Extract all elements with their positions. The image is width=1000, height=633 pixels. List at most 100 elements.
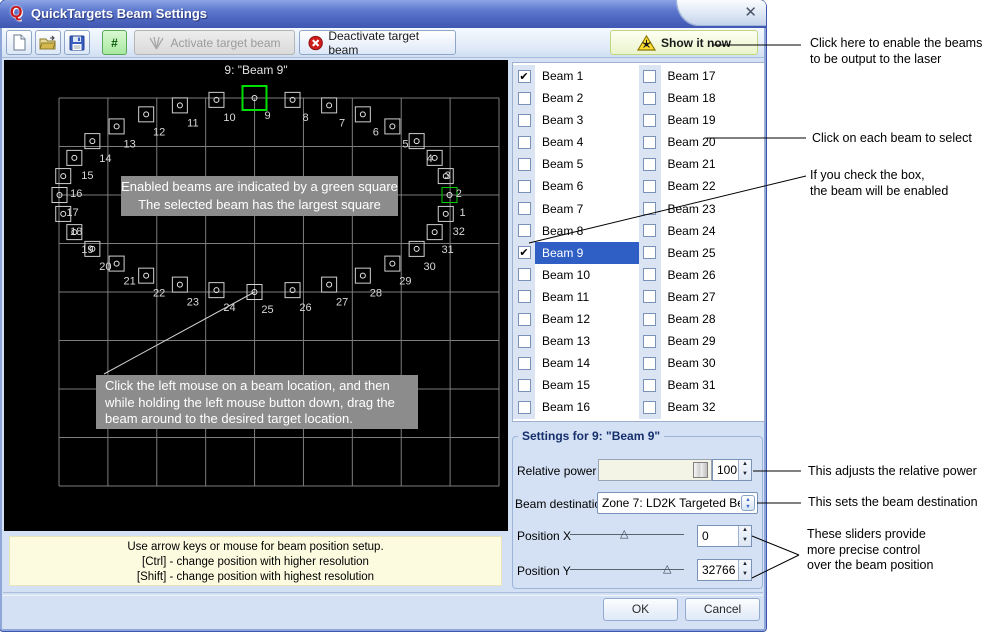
beam-checkbox[interactable]	[639, 65, 661, 87]
beam-label[interactable]: Beam 18	[661, 87, 765, 109]
beam-label[interactable]: Beam 1	[535, 65, 639, 87]
beam-label[interactable]: Beam 12	[535, 308, 639, 330]
beam-row[interactable]: Beam 12	[513, 308, 639, 330]
beam-checkbox[interactable]	[639, 153, 661, 175]
beam-label[interactable]: Beam 16	[535, 396, 639, 418]
cancel-button[interactable]: Cancel	[685, 598, 760, 621]
beam-marker[interactable]: 29	[385, 256, 412, 288]
beam-label[interactable]: Beam 20	[661, 131, 765, 153]
beam-row[interactable]: Beam 22	[639, 175, 765, 197]
beam-label[interactable]: Beam 11	[535, 286, 639, 308]
beam-row[interactable]: Beam 31	[639, 374, 765, 396]
save-file-button[interactable]	[64, 30, 90, 55]
beam-checkbox[interactable]	[513, 396, 535, 418]
beam-checkbox[interactable]	[639, 175, 661, 197]
show-it-now-button[interactable]: Show it now	[610, 30, 758, 55]
beam-marker[interactable]: 12	[139, 107, 166, 139]
beam-checkbox[interactable]	[639, 396, 661, 418]
beam-checkbox[interactable]	[513, 175, 535, 197]
beam-label[interactable]: Beam 32	[661, 396, 765, 418]
spin-arrows-icon[interactable]: ▲▼	[738, 460, 751, 480]
beam-row[interactable]: Beam 13	[513, 330, 639, 352]
beam-checkbox[interactable]	[639, 330, 661, 352]
beam-label[interactable]: Beam 10	[535, 264, 639, 286]
beam-marker[interactable]: 10	[209, 92, 236, 124]
beam-label[interactable]: Beam 27	[661, 286, 765, 308]
relative-power-thumb[interactable]	[693, 462, 708, 478]
beam-marker[interactable]: 27	[322, 277, 349, 309]
beam-checkbox[interactable]	[513, 109, 535, 131]
beam-label[interactable]: Beam 3	[535, 109, 639, 131]
beam-row[interactable]: Beam 7	[513, 198, 639, 220]
beam-row[interactable]: Beam 29	[639, 330, 765, 352]
beam-row[interactable]: Beam 15	[513, 374, 639, 396]
beam-marker[interactable]: 30	[409, 241, 436, 273]
beam-row[interactable]: Beam 28	[639, 308, 765, 330]
beam-marker[interactable]: 26	[285, 283, 312, 315]
beam-checkbox[interactable]	[639, 242, 661, 264]
beam-label[interactable]: Beam 29	[661, 330, 765, 352]
beam-marker[interactable]: 13	[109, 119, 136, 151]
beam-checkbox[interactable]	[513, 198, 535, 220]
beam-label[interactable]: Beam 30	[661, 352, 765, 374]
beam-row[interactable]: Beam 23	[639, 198, 765, 220]
relative-power-value[interactable]: 100	[713, 460, 738, 480]
beam-label[interactable]: Beam 21	[661, 153, 765, 175]
beam-marker[interactable]: 1	[442, 188, 466, 220]
beam-marker[interactable]: 11	[172, 98, 198, 130]
activate-target-beam-button[interactable]: Activate target beam	[134, 30, 295, 55]
beam-row[interactable]: ✔Beam 9	[513, 242, 639, 264]
dropdown-spin-icon[interactable]: ▲▼	[741, 495, 755, 511]
beam-destination-dropdown[interactable]: Zone 7: LD2K Targeted Be ▲▼	[597, 492, 758, 514]
beam-marker[interactable]: 4	[409, 134, 433, 166]
beam-checkbox[interactable]	[639, 109, 661, 131]
position-x-spinner[interactable]: 0 ▲▼	[697, 525, 752, 547]
beam-marker[interactable]: 7	[322, 98, 346, 130]
beam-row[interactable]: Beam 25	[639, 242, 765, 264]
beam-checkbox[interactable]	[513, 87, 535, 109]
beam-label[interactable]: Beam 26	[661, 264, 765, 286]
beam-row[interactable]: Beam 11	[513, 286, 639, 308]
beam-label[interactable]: Beam 17	[661, 65, 765, 87]
beam-row[interactable]: Beam 21	[639, 153, 765, 175]
beam-row[interactable]: Beam 14	[513, 352, 639, 374]
beam-checkbox[interactable]: ✔	[513, 242, 535, 264]
beam-label[interactable]: Beam 28	[661, 308, 765, 330]
beam-position-canvas[interactable]: 1234567891011121314151617181920212223242…	[4, 60, 508, 531]
position-y-value[interactable]: 32766	[698, 560, 738, 580]
relative-power-spinner[interactable]: 100 ▲▼	[712, 459, 752, 481]
beam-numbers-toggle-button[interactable]: #	[102, 30, 127, 55]
spin-arrows-icon[interactable]: ▲▼	[738, 560, 751, 580]
beam-row[interactable]: ✔Beam 1	[513, 65, 639, 87]
beam-checkbox[interactable]	[513, 153, 535, 175]
deactivate-target-beam-button[interactable]: Deactivate target beam	[299, 30, 456, 55]
beam-label[interactable]: Beam 22	[661, 175, 765, 197]
beam-marker[interactable]: 5	[385, 119, 409, 151]
beam-marker[interactable]: 21	[109, 256, 136, 288]
title-bar[interactable]: Q QuickTargets Beam Settings ✕	[0, 0, 766, 28]
beam-row[interactable]: Beam 16	[513, 396, 639, 418]
beam-checkbox[interactable]: ✔	[513, 65, 535, 87]
beam-checkbox[interactable]	[639, 308, 661, 330]
position-x-thumb[interactable]: △	[620, 527, 628, 540]
beam-row[interactable]: Beam 20	[639, 131, 765, 153]
spin-arrows-icon[interactable]: ▲▼	[738, 526, 751, 546]
beam-label[interactable]: Beam 14	[535, 352, 639, 374]
ok-button[interactable]: OK	[603, 598, 678, 621]
beam-row[interactable]: Beam 18	[639, 87, 765, 109]
beam-marker[interactable]: 8	[285, 92, 309, 124]
beam-row[interactable]: Beam 3	[513, 109, 639, 131]
beam-checkbox[interactable]	[513, 308, 535, 330]
beam-label[interactable]: Beam 25	[661, 242, 765, 264]
beam-checkbox[interactable]	[513, 220, 535, 242]
beam-row[interactable]: Beam 24	[639, 220, 765, 242]
beam-checkbox[interactable]	[639, 87, 661, 109]
beam-row[interactable]: Beam 30	[639, 352, 765, 374]
beam-map[interactable]: 1234567891011121314151617181920212223242…	[4, 60, 508, 531]
relative-power-slider[interactable]	[598, 459, 712, 481]
beam-checkbox[interactable]	[639, 286, 661, 308]
beam-label[interactable]: Beam 15	[535, 374, 639, 396]
beam-marker[interactable]: 25	[247, 285, 274, 317]
open-file-button[interactable]	[35, 30, 61, 55]
beam-row[interactable]: Beam 19	[639, 109, 765, 131]
